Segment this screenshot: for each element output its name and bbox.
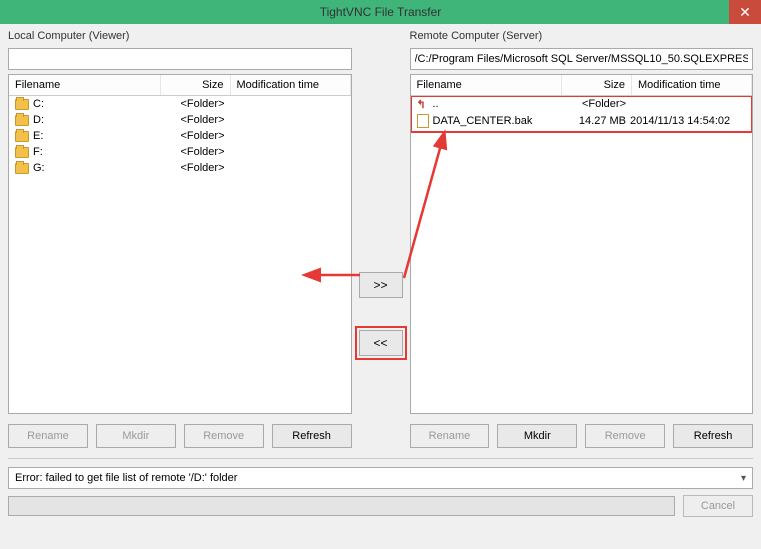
mkdir-button[interactable]: Mkdir: [497, 424, 577, 448]
status-text: Error: failed to get file list of remote…: [15, 472, 237, 484]
close-button[interactable]: ✕: [729, 0, 761, 24]
send-button[interactable]: >>: [359, 272, 403, 298]
cancel-button[interactable]: Cancel: [683, 495, 753, 517]
local-button-row: Rename Mkdir Remove Refresh: [8, 424, 352, 448]
remove-button[interactable]: Remove: [585, 424, 665, 448]
close-icon: ✕: [739, 4, 751, 21]
file-icon: [417, 114, 429, 128]
transfer-column: >> <<: [356, 30, 406, 448]
folder-icon: [15, 99, 29, 110]
local-list-header: Filename Size Modification time: [9, 75, 351, 96]
folder-icon: [15, 131, 29, 142]
folder-icon: [15, 163, 29, 174]
local-file-list[interactable]: Filename Size Modification time C: <Fold…: [8, 74, 352, 414]
remote-label: Remote Computer (Server): [410, 30, 754, 42]
local-path-input[interactable]: [8, 48, 352, 70]
remote-list-header: Filename Size Modification time: [411, 75, 753, 96]
rename-button[interactable]: Rename: [410, 424, 490, 448]
col-mtime[interactable]: Modification time: [231, 75, 351, 95]
remote-panel: Remote Computer (Server) Filename Size M…: [410, 30, 754, 448]
col-mtime[interactable]: Modification time: [632, 75, 752, 95]
list-item[interactable]: C: <Folder>: [9, 96, 351, 112]
bottom-area: Error: failed to get file list of remote…: [8, 458, 753, 517]
list-item[interactable]: G: <Folder>: [9, 160, 351, 176]
refresh-button[interactable]: Refresh: [673, 424, 753, 448]
col-size[interactable]: Size: [562, 75, 632, 95]
col-size[interactable]: Size: [161, 75, 231, 95]
folder-icon: [15, 147, 29, 158]
list-item[interactable]: ↰.. <Folder>: [411, 96, 753, 112]
receive-button[interactable]: <<: [359, 330, 403, 356]
list-item[interactable]: D: <Folder>: [9, 112, 351, 128]
remote-button-row: Rename Mkdir Remove Refresh: [410, 424, 754, 448]
mkdir-button[interactable]: Mkdir: [96, 424, 176, 448]
local-list-body[interactable]: C: <Folder> D: <Folder> E: <Folder>: [9, 96, 351, 413]
remove-button[interactable]: Remove: [184, 424, 264, 448]
chevron-down-icon: ▾: [741, 473, 746, 484]
col-filename[interactable]: Filename: [9, 75, 161, 95]
local-label: Local Computer (Viewer): [8, 30, 352, 42]
remist-body[interactable]: ↰.. <Folder> DATA_CENTER.bak 14.27 MB 20…: [411, 96, 753, 413]
up-icon: ↰: [417, 98, 429, 110]
list-item[interactable]: F: <Folder>: [9, 144, 351, 160]
rename-button[interactable]: Rename: [8, 424, 88, 448]
refresh-button[interactable]: Refresh: [272, 424, 352, 448]
local-panel: Local Computer (Viewer) Filename Size Mo…: [8, 30, 352, 448]
list-item[interactable]: E: <Folder>: [9, 128, 351, 144]
window-title: TightVNC File Transfer: [320, 5, 442, 19]
titlebar: TightVNC File Transfer ✕: [0, 0, 761, 24]
remote-file-list[interactable]: Filename Size Modification time ↰.. <Fol…: [410, 74, 754, 414]
col-filename[interactable]: Filename: [411, 75, 563, 95]
list-item[interactable]: DATA_CENTER.bak 14.27 MB 2014/11/13 14:5…: [411, 112, 753, 130]
remote-path-input[interactable]: [410, 48, 754, 70]
status-dropdown[interactable]: Error: failed to get file list of remote…: [8, 467, 753, 489]
folder-icon: [15, 115, 29, 126]
progress-bar: [8, 496, 675, 516]
